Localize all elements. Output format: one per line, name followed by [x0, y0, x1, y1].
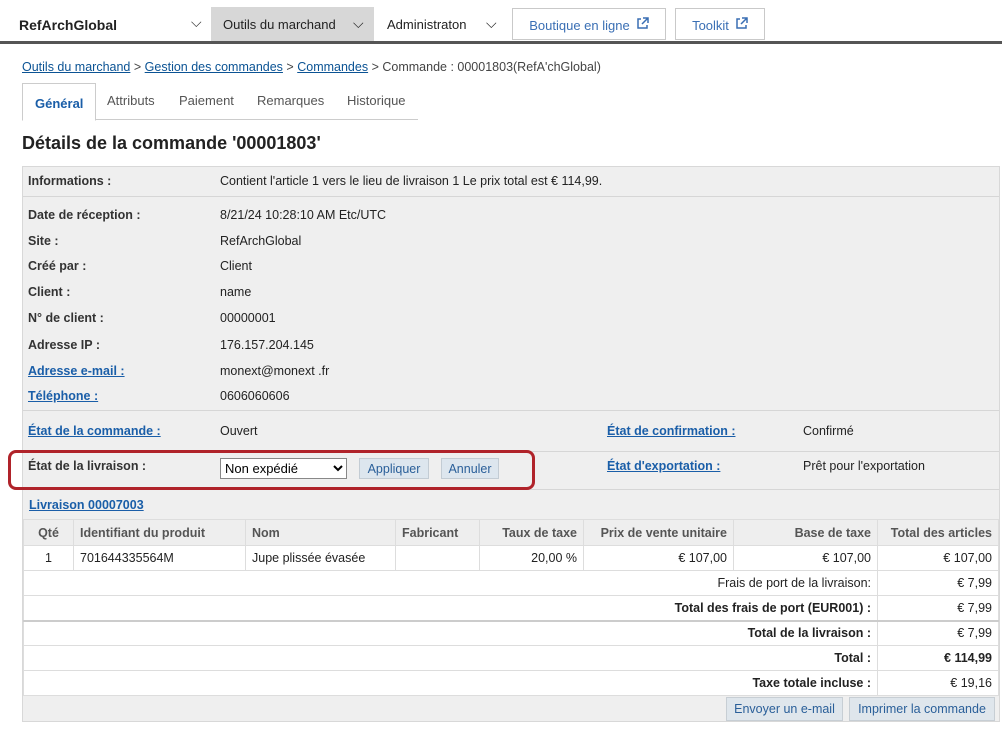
shipping-fee-value: € 7,99: [877, 570, 999, 596]
total-shipping-row: Total des frais de port (EUR001) : € 7,9…: [23, 595, 999, 621]
col-tax-base: Base de taxe: [733, 519, 878, 546]
col-product-id: Identifiant du produit: [73, 519, 246, 546]
client-label: Client :: [28, 285, 71, 299]
col-unit-price: Prix de vente unitaire: [583, 519, 734, 546]
tab-history[interactable]: Historique: [347, 93, 406, 108]
export-state-link[interactable]: État d'exportation :: [607, 459, 720, 473]
breadcrumb-current: Commande : 00001803(RefA'chGlobal): [382, 60, 601, 74]
tax-total-value: € 19,16: [877, 670, 999, 696]
total-shipping-label: Total des frais de port (EUR001) :: [23, 595, 878, 621]
chevron-down-icon: ⌵: [486, 15, 497, 31]
nav-tab-administration[interactable]: Administraton ⌵: [376, 7, 506, 41]
order-total-label: Total :: [23, 645, 878, 671]
ip-value: 176.157.204.145: [220, 338, 314, 352]
cell-qty: 1: [23, 545, 74, 571]
site-value: RefArchGlobal: [220, 234, 302, 248]
page-title: Détails de la commande '00001803': [22, 133, 321, 153]
cell-tax-base: € 107,00: [733, 545, 878, 571]
email-link[interactable]: Adresse e-mail :: [28, 364, 125, 378]
external-link-icon: [735, 17, 748, 33]
nav-tab-merchant-label: Outils du marchand: [223, 17, 336, 32]
tab-notes[interactable]: Remarques: [257, 93, 324, 108]
order-state-link[interactable]: État de la commande :: [28, 424, 161, 438]
send-email-button[interactable]: Envoyer un e-mail: [726, 697, 843, 721]
order-total-value: € 114,99: [877, 645, 999, 671]
informations-value: Contient l'article 1 vers le lieu de liv…: [220, 174, 603, 188]
delivery-total-label: Total de la livraison :: [23, 619, 878, 646]
delivery-state-highlight: [8, 450, 535, 490]
col-total: Total des articles: [877, 519, 999, 546]
tax-total-label: Taxe totale incluse :: [23, 670, 878, 696]
site-selector-label[interactable]: RefArchGlobal: [19, 17, 117, 33]
cell-name: Jupe plissée évasée: [245, 545, 396, 571]
nav-tab-merchant-tools[interactable]: Outils du marchand ⌵: [211, 7, 374, 41]
client-value: name: [220, 285, 252, 299]
confirmation-state-link[interactable]: État de confirmation :: [607, 424, 735, 438]
export-state-value: Prêt pour l'exportation: [803, 459, 925, 473]
breadcrumb-merchant-tools[interactable]: Outils du marchand: [22, 60, 130, 74]
shipping-fee-row: Frais de port de la livraison: € 7,99: [23, 570, 999, 596]
delivery-total-value: € 7,99: [877, 619, 999, 646]
confirmation-state-value: Confirmé: [803, 424, 854, 438]
client-number-label: N° de client :: [28, 311, 104, 325]
chevron-down-icon[interactable]: ⌵: [191, 14, 202, 31]
date-label: Date de réception :: [28, 208, 141, 222]
delivery-total-row: Total de la livraison : € 7,99: [23, 619, 999, 646]
chevron-down-icon: ⌵: [353, 15, 364, 31]
cell-product-id: 701644335564M: [73, 545, 246, 571]
client-number-value: 00000001: [220, 311, 276, 325]
phone-link[interactable]: Téléphone :: [28, 389, 98, 403]
col-manufacturer: Fabricant: [395, 519, 480, 546]
cell-total: € 107,00: [877, 545, 999, 571]
col-tax-rate: Taux de taxe: [479, 519, 584, 546]
toolkit-label: Toolkit: [692, 18, 729, 33]
order-tabs: Général Attributs Paiement Remarques His…: [22, 83, 418, 121]
informations-label: Informations :: [28, 174, 112, 188]
tab-attributes[interactable]: Attributs: [107, 93, 155, 108]
phone-value: 0606060606: [220, 389, 290, 403]
email-value: monext@monext .fr: [220, 364, 330, 378]
total-shipping-value: € 7,99: [877, 595, 999, 621]
nav-tab-admin-label: Administraton: [387, 17, 467, 32]
toolkit-button[interactable]: Toolkit: [675, 8, 765, 40]
top-navigation-bar: RefArchGlobal ⌵ Outils du marchand ⌵ Adm…: [0, 0, 1002, 44]
order-state-value: Ouvert: [220, 424, 258, 438]
breadcrumb-order-management[interactable]: Gestion des commandes: [145, 60, 283, 74]
order-details-panel: Informations : Contient l'article 1 vers…: [22, 166, 1000, 722]
site-label: Site :: [28, 234, 59, 248]
shipment-link[interactable]: Livraison 00007003: [29, 498, 144, 512]
breadcrumb-orders[interactable]: Commandes: [297, 60, 368, 74]
storefront-button[interactable]: Boutique en ligne: [512, 8, 666, 40]
ip-label: Adresse IP :: [28, 338, 101, 352]
external-link-icon: [636, 17, 649, 33]
date-value: 8/21/24 10:28:10 AM Etc/UTC: [220, 208, 387, 222]
tab-general[interactable]: Général: [22, 83, 96, 121]
cell-tax-rate: 20,00 %: [479, 545, 584, 571]
table-row: 1 701644335564M Jupe plissée évasée 20,0…: [23, 545, 999, 571]
col-qty: Qté: [23, 519, 74, 546]
col-name: Nom: [245, 519, 396, 546]
storefront-label: Boutique en ligne: [529, 18, 630, 33]
shipment-table: Qté Identifiant du produit Nom Fabricant…: [23, 519, 999, 696]
shipment-table-wrap: Qté Identifiant du produit Nom Fabricant…: [23, 519, 999, 696]
shipping-fee-label: Frais de port de la livraison:: [23, 570, 878, 596]
cell-manufacturer: [395, 545, 480, 571]
tab-payment[interactable]: Paiement: [179, 93, 234, 108]
print-order-button[interactable]: Imprimer la commande: [849, 697, 995, 721]
tax-total-row: Taxe totale incluse : € 19,16: [23, 670, 999, 696]
table-header-row: Qté Identifiant du produit Nom Fabricant…: [23, 519, 999, 546]
created-by-value: Client: [220, 259, 252, 273]
cell-unit-price: € 107,00: [583, 545, 734, 571]
order-total-row: Total : € 114,99: [23, 645, 999, 671]
breadcrumb: Outils du marchand > Gestion des command…: [22, 60, 601, 74]
created-by-label: Créé par :: [28, 259, 87, 273]
